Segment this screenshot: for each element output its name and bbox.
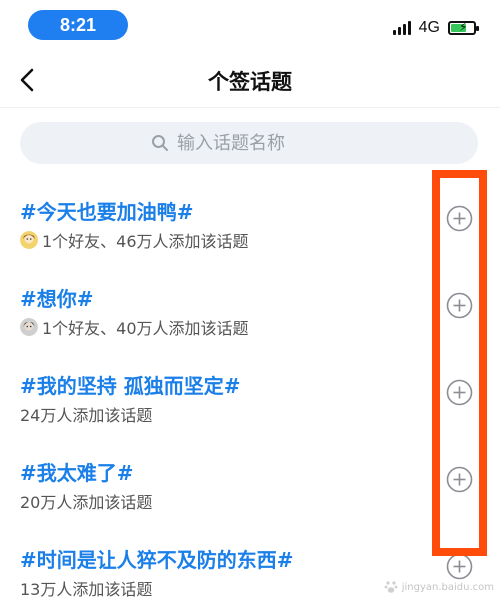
topic-item[interactable]: #我的坚持 孤独而坚定# 24万人添加该话题 <box>0 354 500 441</box>
signal-icon <box>392 21 411 35</box>
topic-meta: 1个好友、40万人添加该话题 <box>20 315 249 339</box>
topic-meta-text: 20万人添加该话题 <box>20 493 153 512</box>
topic-meta-text: 13万人添加该话题 <box>20 580 153 599</box>
search-icon <box>152 135 168 151</box>
topic-list: #今天也要加油鸭# 1个好友、46万人添加该话题 #想你# 1个好友、40万人添… <box>0 180 500 600</box>
topic-meta-text: 1个好友、46万人添加该话题 <box>42 232 249 251</box>
search-input[interactable] <box>177 132 347 154</box>
topic-meta: 20万人添加该话题 <box>20 489 152 513</box>
search-bar[interactable] <box>20 122 478 164</box>
topic-title[interactable]: #时间是让人猝不及防的东西# <box>20 544 294 573</box>
status-bar: 8:21 4G ⚡ <box>0 0 500 52</box>
page-title: 个签话题 <box>208 70 292 94</box>
add-topic-button[interactable] <box>446 553 473 580</box>
paw-logo-icon <box>384 581 398 593</box>
topic-item[interactable]: #想你# 1个好友、40万人添加该话题 <box>0 267 500 354</box>
battery-icon: ⚡ <box>448 20 479 35</box>
topic-title[interactable]: #我的坚持 孤独而坚定# <box>20 370 240 399</box>
watermark: jingyan.baidu.com <box>384 580 494 594</box>
topic-title[interactable]: #我太难了# <box>20 457 134 486</box>
network-label: 4G <box>418 19 440 36</box>
topic-title[interactable]: #今天也要加油鸭# <box>20 196 194 225</box>
friend-avatar <box>20 318 38 336</box>
topic-meta-text: 1个好友、40万人添加该话题 <box>42 319 249 338</box>
topic-meta: 13万人添加该话题 <box>20 576 152 600</box>
charging-bolt-icon: ⚡ <box>459 20 468 34</box>
friend-avatar <box>20 231 38 249</box>
topic-title[interactable]: #想你# <box>20 283 94 312</box>
topic-meta-text: 24万人添加该话题 <box>20 406 153 425</box>
topic-meta: 1个好友、46万人添加该话题 <box>20 228 249 252</box>
status-indicators: 4G ⚡ <box>392 18 479 38</box>
watermark-text: jingyan.baidu.com <box>401 581 494 593</box>
topic-item[interactable]: #今天也要加油鸭# 1个好友、46万人添加该话题 <box>0 180 500 267</box>
highlight-annotation-box <box>432 170 487 556</box>
status-time: 8:21 <box>28 10 128 40</box>
topic-meta: 24万人添加该话题 <box>20 402 152 426</box>
topic-item[interactable]: #我太难了# 20万人添加该话题 <box>0 441 500 528</box>
navigation-header: 个签话题 <box>0 52 500 108</box>
